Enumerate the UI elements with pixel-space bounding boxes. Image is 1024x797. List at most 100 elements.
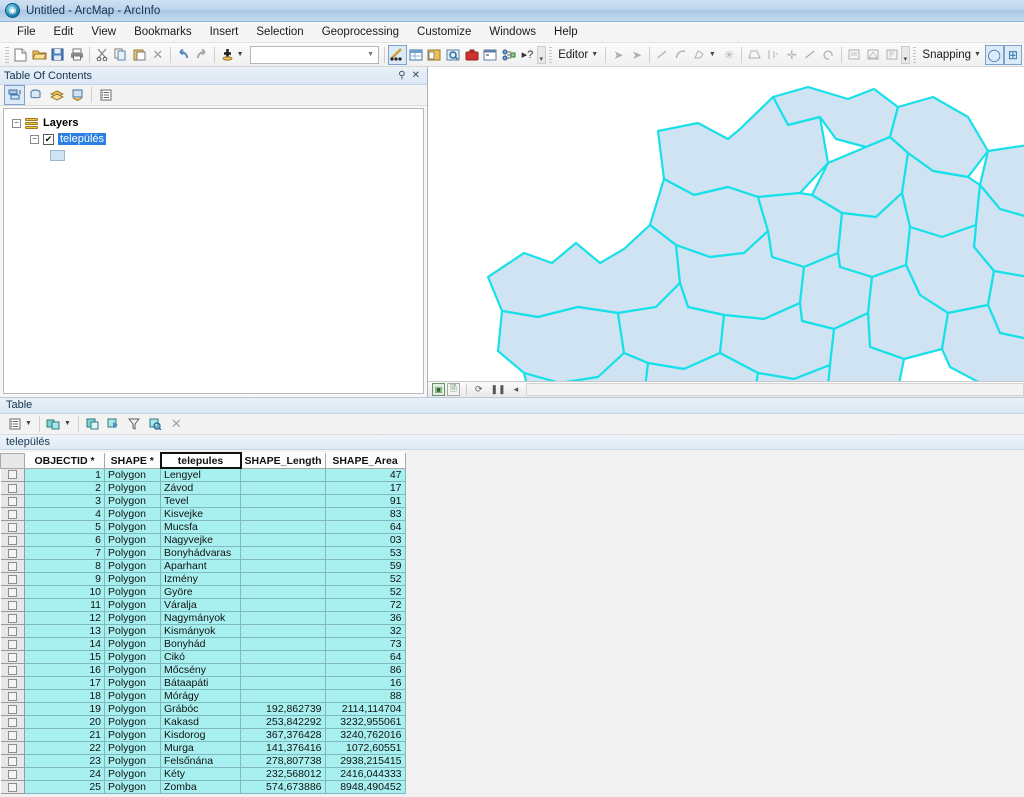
cell-shape-area[interactable]: 8948,490452 — [325, 780, 406, 794]
table-row[interactable]: 17 Polygon Bátaapáti 16 — [0, 676, 406, 690]
copy-icon[interactable] — [111, 45, 130, 65]
toc-layer-label[interactable]: település — [58, 133, 107, 145]
row-select-box[interactable] — [0, 676, 25, 690]
cell-shape[interactable]: Polygon — [104, 468, 161, 482]
point-snap-icon[interactable]: ◯ — [984, 44, 1004, 65]
table-row[interactable]: 3 Polygon Tevel 91 — [0, 494, 406, 508]
list-by-visibility-icon[interactable] — [46, 85, 67, 105]
cell-shape[interactable]: Polygon — [104, 520, 161, 534]
menu-file[interactable]: File — [8, 23, 45, 41]
cell-objectid[interactable]: 23 — [24, 754, 105, 768]
cell-objectid[interactable]: 20 — [24, 715, 105, 729]
row-select-box[interactable] — [0, 624, 25, 638]
cell-objectid[interactable]: 24 — [24, 767, 105, 781]
row-select-box[interactable] — [0, 754, 25, 768]
cell-shape-length[interactable] — [240, 611, 326, 625]
search-icon[interactable] — [444, 45, 463, 65]
table-row[interactable]: 23 Polygon Felsőnána 278,807738 2938,215415 — [0, 754, 406, 768]
data-view-icon[interactable]: 🗎 — [447, 383, 460, 396]
snapping-dropdown-icon[interactable]: ▼ — [974, 51, 985, 58]
cell-shape[interactable]: Polygon — [104, 689, 161, 703]
layer-visibility-checkbox[interactable]: ✔ — [43, 133, 54, 145]
cell-shape[interactable]: Polygon — [104, 741, 161, 755]
toc-root-row[interactable]: − Layers — [8, 115, 419, 131]
delete-icon[interactable]: ✕ — [166, 414, 187, 434]
cell-shape-area[interactable]: 53 — [325, 546, 406, 560]
row-select-box[interactable] — [0, 494, 25, 508]
cell-objectid[interactable]: 15 — [24, 650, 105, 664]
cell-telepules[interactable]: Bátaapáti — [160, 676, 241, 690]
cell-shape[interactable]: Polygon — [104, 546, 161, 560]
cell-objectid[interactable]: 10 — [24, 585, 105, 599]
table-row[interactable]: 24 Polygon Kéty 232,568012 2416,044333 — [0, 767, 406, 781]
cell-shape-length[interactable]: 574,673886 — [240, 780, 326, 794]
cell-shape-area[interactable]: 88 — [325, 689, 406, 703]
cell-objectid[interactable]: 18 — [24, 689, 105, 703]
cell-shape-area[interactable]: 52 — [325, 572, 406, 586]
cell-objectid[interactable]: 6 — [24, 533, 105, 547]
arctoolbox-icon[interactable] — [462, 45, 481, 65]
row-select-box[interactable] — [0, 468, 25, 482]
cell-shape-length[interactable] — [240, 663, 326, 677]
menu-geoprocessing[interactable]: Geoprocessing — [313, 23, 408, 41]
add-data-icon[interactable] — [218, 45, 237, 65]
cell-objectid[interactable]: 7 — [24, 546, 105, 560]
pause-icon[interactable]: ❚❚ — [487, 384, 510, 395]
cell-shape-length[interactable]: 253,842292 — [240, 715, 326, 729]
cell-telepules[interactable]: Györe — [160, 585, 241, 599]
cell-objectid[interactable]: 1 — [24, 468, 105, 482]
menu-windows[interactable]: Windows — [480, 23, 545, 41]
cell-objectid[interactable]: 14 — [24, 637, 105, 651]
whats-this-icon[interactable]: ▸? — [518, 45, 537, 65]
row-select-box[interactable] — [0, 650, 25, 664]
cell-objectid[interactable]: 3 — [24, 494, 105, 508]
toc-layer-row[interactable]: − ✔ település — [8, 131, 419, 147]
cell-shape[interactable]: Polygon — [104, 559, 161, 573]
cell-shape[interactable]: Polygon — [104, 767, 161, 781]
select-all-icon[interactable] — [82, 414, 103, 434]
row-select-box[interactable] — [0, 611, 25, 625]
cut-polygon-icon[interactable] — [801, 45, 820, 65]
map-scale-combo[interactable]: ▼ — [249, 45, 380, 64]
table-row[interactable]: 14 Polygon Bonyhád 73 — [0, 637, 406, 651]
row-select-box[interactable] — [0, 533, 25, 547]
table-options-icon[interactable] — [4, 414, 25, 434]
cell-objectid[interactable]: 9 — [24, 572, 105, 586]
table-row[interactable]: 21 Polygon Kisdorog 367,376428 3240,762016 — [0, 728, 406, 742]
attribute-table-body[interactable]: 1 Polygon Lengyel 47 2 Polygon Závod 17 3 Polygon… — [0, 468, 406, 794]
column-header-telepules[interactable]: telepules — [159, 452, 242, 469]
cell-objectid[interactable]: 2 — [24, 481, 105, 495]
table-tab-telepules[interactable]: település — [6, 436, 50, 448]
column-header-shape-length[interactable]: SHAPE_Length — [240, 452, 326, 469]
open-folder-icon[interactable] — [30, 45, 49, 65]
column-header-shape-area[interactable]: SHAPE_Area — [324, 452, 406, 469]
cell-objectid[interactable]: 19 — [24, 702, 105, 716]
cell-shape-area[interactable]: 2114,114704 — [325, 702, 406, 716]
cell-telepules[interactable]: Felsőnána — [160, 754, 241, 768]
cell-objectid[interactable]: 4 — [24, 507, 105, 521]
editor-menu[interactable]: Editor — [555, 49, 591, 61]
cell-telepules[interactable]: Zomba — [160, 780, 241, 794]
table-row[interactable]: 2 Polygon Závod 17 — [0, 481, 406, 495]
list-by-selection-icon[interactable] — [67, 85, 88, 105]
related-tables-dropdown-icon[interactable]: ▼ — [64, 420, 75, 427]
cell-shape-area[interactable]: 3240,762016 — [325, 728, 406, 742]
row-select-box[interactable] — [0, 520, 25, 534]
related-tables-icon[interactable] — [43, 414, 64, 434]
toolbar-grip[interactable] — [5, 46, 9, 63]
cell-shape-area[interactable]: 91 — [325, 494, 406, 508]
cell-shape-area[interactable]: 86 — [325, 663, 406, 677]
row-select-box[interactable] — [0, 715, 25, 729]
map-data-frame[interactable]: ▣ 🗎 ⟳ ❚❚ ◂ — [427, 67, 1024, 397]
column-header-select-all[interactable] — [0, 452, 25, 469]
cell-shape[interactable]: Polygon — [104, 754, 161, 768]
close-icon[interactable]: ✕ — [409, 70, 423, 81]
table-row[interactable]: 13 Polygon Kismányok 32 — [0, 624, 406, 638]
cell-telepules[interactable]: Mórágy — [160, 689, 241, 703]
table-row[interactable]: 25 Polygon Zomba 574,673886 8948,490452 — [0, 780, 406, 794]
cell-shape-length[interactable] — [240, 572, 326, 586]
catalog-icon[interactable] — [425, 45, 444, 65]
menu-customize[interactable]: Customize — [408, 23, 480, 41]
cell-shape-area[interactable]: 2938,215415 — [325, 754, 406, 768]
rotate-icon[interactable]: ✛ — [782, 45, 801, 65]
